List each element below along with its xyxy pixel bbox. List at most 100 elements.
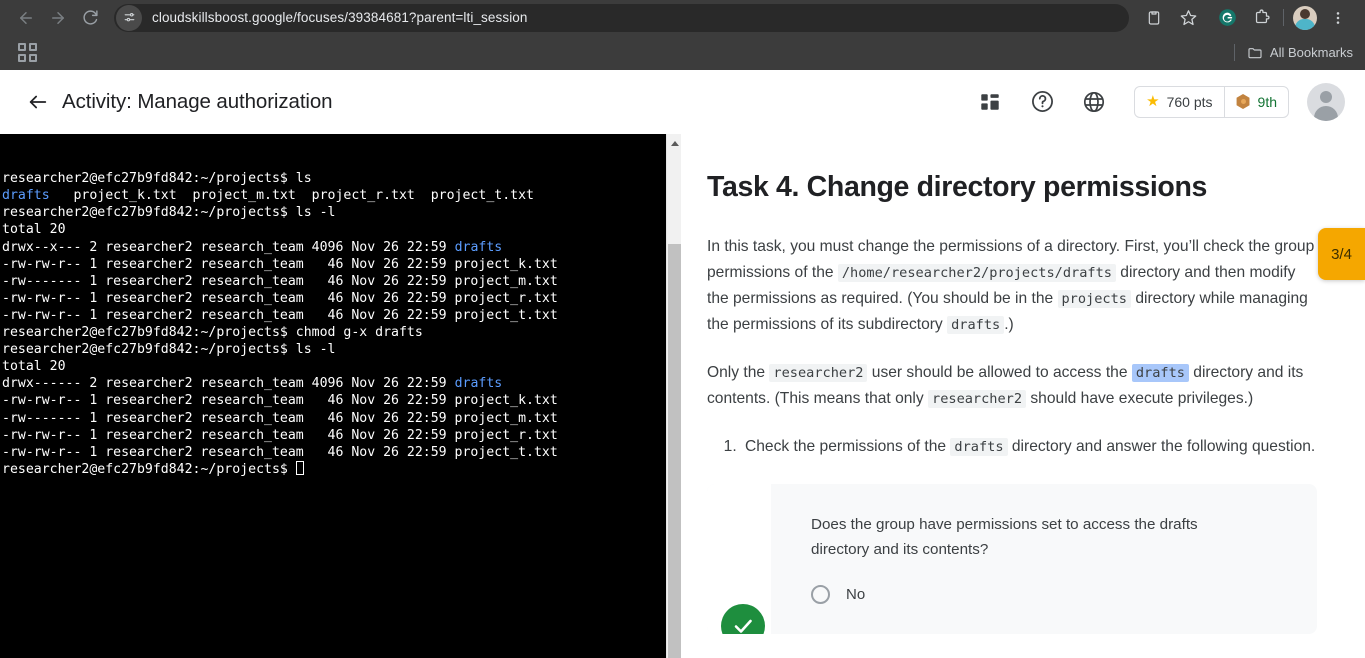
terminal-text: ls	[295, 171, 312, 187]
points-segment: ★ 760 pts	[1135, 87, 1223, 117]
scroll-up-arrow-icon[interactable]	[667, 136, 682, 150]
terminal-text: drwx------ 2 researcher2 research_team 4…	[2, 376, 455, 392]
scrollbar-thumb[interactable]	[668, 244, 681, 658]
app-header: Activity: Manage authorization ★ 760 pts…	[0, 70, 1365, 134]
dashboard-icon[interactable]	[968, 80, 1012, 124]
code-researcher2-1: researcher2	[769, 364, 868, 383]
help-icon[interactable]	[1020, 80, 1064, 124]
toolbar-divider	[1283, 9, 1284, 26]
reading-list-icon[interactable]	[1140, 4, 1168, 32]
chrome-menu-icon[interactable]	[1324, 4, 1352, 32]
all-bookmarks-button[interactable]: All Bookmarks	[1233, 44, 1353, 61]
points-value: 760 pts	[1166, 93, 1213, 110]
code-drafts-path: /home/researcher2/projects/drafts	[837, 264, 1116, 283]
points-pill[interactable]: ★ 760 pts 9th	[1134, 85, 1289, 118]
task-step-1: Check the permissions of the drafts dire…	[741, 434, 1317, 460]
terminal-text: -rw-rw-r-- 1 researcher2 research_team 4…	[2, 290, 558, 306]
code-researcher2-2: researcher2	[928, 390, 1027, 409]
browser-toolbar: cloudskillsboost.google/focuses/39384681…	[0, 0, 1365, 35]
para2-text-b: user should be allowed to access the	[867, 364, 1132, 382]
back-button[interactable]	[10, 2, 42, 34]
terminal-line: total 20	[2, 221, 666, 238]
task-paragraph-2: Only the researcher2 user should be allo…	[707, 360, 1317, 412]
radio-button-icon[interactable]	[811, 585, 830, 605]
para2-text-a: Only the	[707, 364, 770, 382]
rank-segment: 9th	[1223, 86, 1288, 117]
para1-text-d: .)	[1004, 316, 1014, 334]
terminal-line: drwx--x--- 2 researcher2 research_team 4…	[2, 239, 666, 256]
bookmark-star-icon[interactable]	[1174, 4, 1202, 32]
back-arrow-icon[interactable]	[24, 88, 52, 116]
bookmarks-bar: All Bookmarks	[0, 35, 1365, 70]
language-globe-icon[interactable]	[1072, 80, 1116, 124]
forward-button[interactable]	[42, 2, 74, 34]
terminal-text: -rw------- 1 researcher2 research_team 4…	[2, 410, 558, 426]
terminal-text: -rw-rw-r-- 1 researcher2 research_team 4…	[2, 256, 558, 272]
task-title: Task 4. Change directory permissions	[707, 171, 1208, 203]
content-scrollbar[interactable]	[666, 134, 681, 658]
terminal-prompt: researcher2@efc27b9fd842:~/projects$	[2, 325, 296, 341]
apps-grid-icon[interactable]	[18, 42, 38, 63]
terminal-line: -rw-rw-r-- 1 researcher2 research_team 4…	[2, 444, 666, 461]
terminal-line: total 20	[2, 358, 666, 375]
answer-option-label: No	[846, 586, 866, 604]
terminal-prompt: researcher2@efc27b9fd842:~/projects$	[2, 205, 296, 221]
rank-value: 9th	[1257, 93, 1277, 110]
terminal-panel[interactable]: researcher2@efc27b9fd842:~/projects$ ls d…	[0, 134, 666, 658]
terminal-prompt: researcher2@efc27b9fd842:~/projects$	[2, 171, 296, 187]
terminal-prompt: researcher2@efc27b9fd842:~/projects$	[2, 461, 296, 477]
progress-tab[interactable]: 3/4	[1318, 228, 1365, 280]
terminal-line: researcher2@efc27b9fd842:~/projects$ ls …	[2, 204, 666, 221]
terminal-text: -rw------- 1 researcher2 research_team 4…	[2, 273, 558, 289]
star-icon: ★	[1146, 93, 1160, 110]
code-projects: projects	[1057, 290, 1131, 309]
all-bookmarks-label: All Bookmarks	[1269, 45, 1353, 60]
content-panel: Task 4. Change directory permissions In …	[681, 134, 1365, 658]
terminal-directory: drafts	[454, 376, 503, 392]
terminal-line: -rw-rw-r-- 1 researcher2 research_team 4…	[2, 307, 666, 324]
terminal-output: researcher2@efc27b9fd842:~/projects$ ls d…	[2, 170, 666, 478]
hexagon-badge-icon	[1236, 94, 1250, 109]
terminal-text: -rw-rw-r-- 1 researcher2 research_team 4…	[2, 444, 558, 460]
terminal-line: -rw-rw-r-- 1 researcher2 research_team 4…	[2, 290, 666, 307]
task-steps-list: Check the permissions of the drafts dire…	[741, 434, 1317, 460]
terminal-directory: drafts	[454, 239, 503, 255]
profile-avatar[interactable]	[1293, 5, 1317, 30]
user-avatar[interactable]	[1307, 82, 1345, 121]
question-text: Does the group have permissions set to a…	[811, 516, 1198, 559]
terminal-line: researcher2@efc27b9fd842:~/projects$ ls	[2, 170, 666, 187]
terminal-line: researcher2@efc27b9fd842:~/projects$ ls …	[2, 341, 666, 358]
terminal-text: total 20	[2, 359, 66, 375]
bookmarks-divider	[1233, 44, 1235, 61]
step1-text-a: Check the permissions of the	[745, 438, 951, 456]
extensions-icon[interactable]	[1247, 4, 1275, 32]
code-drafts-2: drafts	[950, 438, 1008, 457]
terminal-line: drafts project_k.txt project_m.txt proje…	[2, 187, 666, 204]
site-settings-icon[interactable]	[116, 4, 142, 31]
terminal-line: researcher2@efc27b9fd842:~/projects$ chm…	[2, 324, 666, 341]
correct-check-icon	[721, 604, 765, 635]
reload-button[interactable]	[74, 2, 106, 34]
page-title: Activity: Manage authorization	[62, 89, 333, 113]
code-drafts-1: drafts	[947, 316, 1005, 335]
terminal-line: -rw-rw-r-- 1 researcher2 research_team 4…	[2, 427, 666, 444]
address-bar-url: cloudskillsboost.google/focuses/39384681…	[152, 10, 528, 25]
terminal-text: ls -l	[295, 342, 336, 358]
terminal-line: -rw------- 1 researcher2 research_team 4…	[2, 410, 666, 427]
terminal-directory: drafts	[2, 188, 50, 204]
terminal-line: -rw-rw-r-- 1 researcher2 research_team 4…	[2, 392, 666, 409]
terminal-line: drwx------ 2 researcher2 research_team 4…	[2, 375, 666, 392]
terminal-text: ls -l	[295, 205, 336, 221]
answer-option-no[interactable]: No	[811, 580, 1289, 609]
terminal-line: -rw------- 1 researcher2 research_team 4…	[2, 273, 666, 290]
address-bar[interactable]: cloudskillsboost.google/focuses/39384681…	[114, 3, 1129, 32]
browser-actions	[1137, 4, 1355, 32]
terminal-line: -rw-rw-r-- 1 researcher2 research_team 4…	[2, 256, 666, 273]
question-status-gutter	[707, 484, 771, 635]
code-drafts-highlighted: drafts	[1131, 364, 1189, 383]
terminal-text: project_k.txt project_m.txt project_r.tx…	[49, 188, 534, 204]
terminal-text: drwx--x--- 2 researcher2 research_team 4…	[2, 239, 455, 255]
grammarly-icon[interactable]	[1213, 4, 1241, 32]
terminal-text: -rw-rw-r-- 1 researcher2 research_team 4…	[2, 307, 558, 323]
question-card: Does the group have permissions set to a…	[707, 484, 1317, 635]
